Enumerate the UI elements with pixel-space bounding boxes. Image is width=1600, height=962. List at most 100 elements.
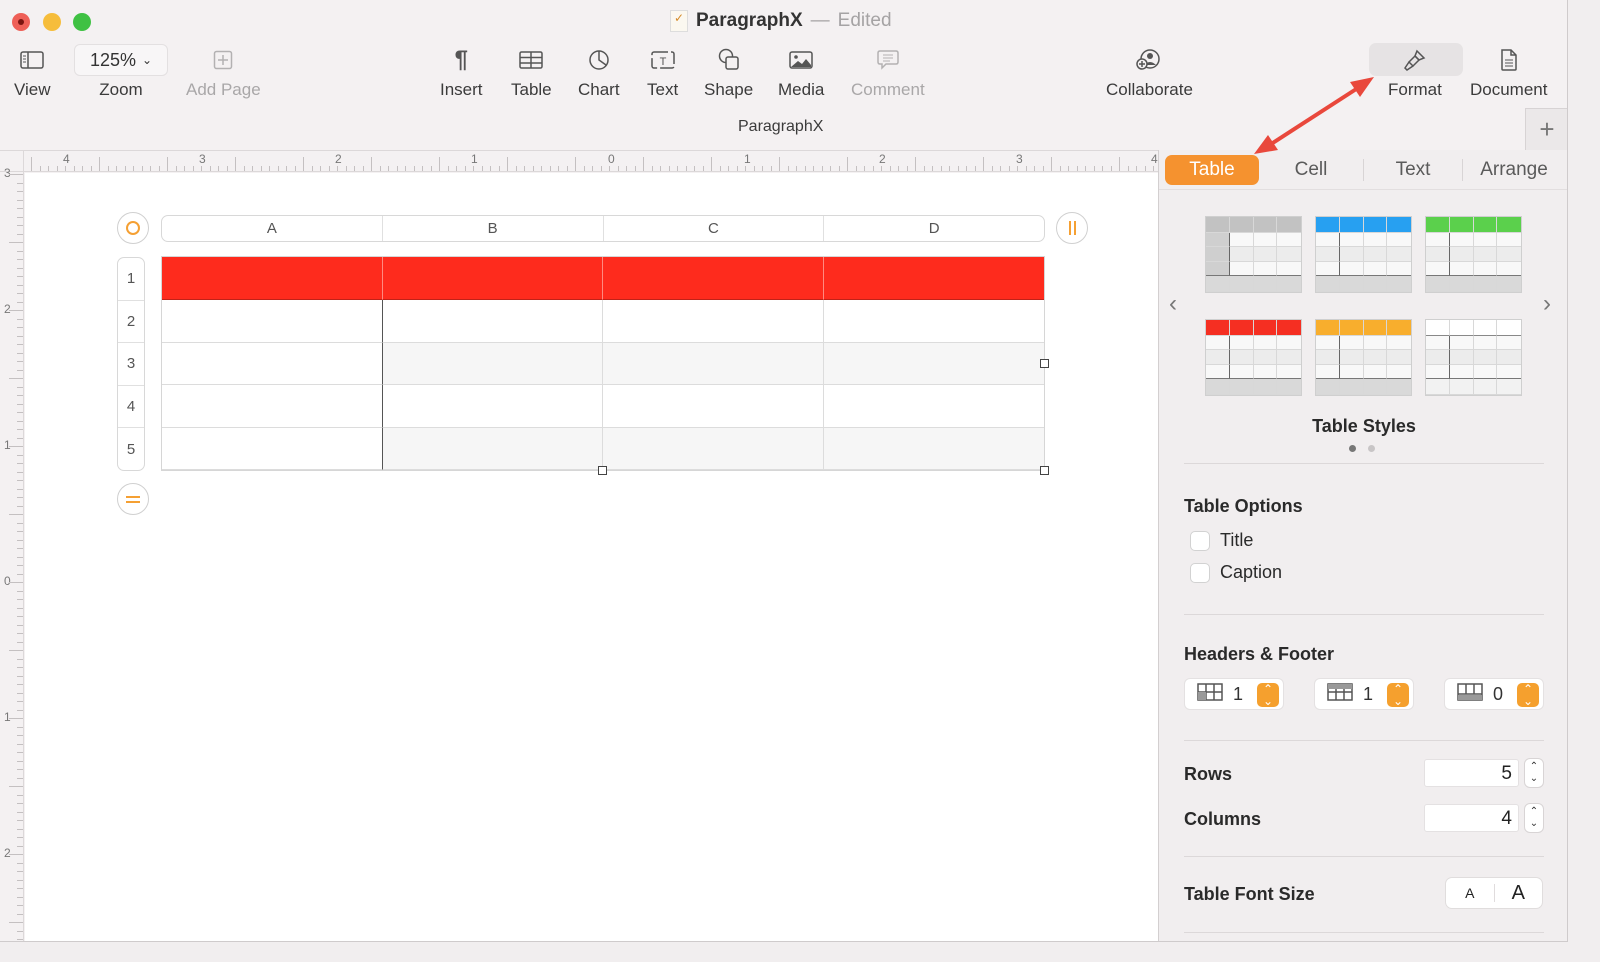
- resize-handle-right[interactable]: [1040, 359, 1049, 368]
- table-button[interactable]: Table: [511, 44, 552, 100]
- table-cell[interactable]: [162, 385, 383, 428]
- add-page-button[interactable]: Add Page: [186, 44, 261, 100]
- table-style-green[interactable]: [1425, 216, 1522, 293]
- zoom-control[interactable]: 125% ⌄ Zoom: [74, 44, 168, 100]
- format-button[interactable]: Format: [1388, 44, 1442, 100]
- table-cell[interactable]: [603, 427, 824, 470]
- chevron-right-icon[interactable]: ›: [1543, 290, 1551, 318]
- decrease-font-size-button[interactable]: A: [1446, 885, 1494, 901]
- footer-rows-stepper[interactable]: ⌃ ⌄: [1517, 683, 1539, 707]
- chevron-left-icon[interactable]: ‹: [1169, 290, 1177, 318]
- media-button[interactable]: Media: [778, 44, 824, 100]
- zoom-dropdown[interactable]: 125% ⌄: [74, 44, 168, 76]
- table-cell[interactable]: [823, 427, 1044, 470]
- ruler-tick: [107, 166, 109, 171]
- table-cell[interactable]: [162, 300, 383, 343]
- add-column-handle[interactable]: [1056, 212, 1088, 244]
- table-font-size-control: A A: [1445, 877, 1543, 909]
- header-cell[interactable]: [162, 257, 383, 300]
- header-cell[interactable]: [823, 257, 1044, 300]
- row-header[interactable]: 4: [118, 386, 144, 429]
- chart-button[interactable]: Chart: [578, 44, 620, 100]
- ruler-label: 2: [335, 152, 342, 166]
- insert-button[interactable]: ¶ Insert: [440, 44, 483, 100]
- table-cell[interactable]: [162, 427, 383, 470]
- header-rows-stepper[interactable]: ⌃ ⌄: [1257, 683, 1279, 707]
- table-cell[interactable]: [382, 342, 603, 385]
- table-cell[interactable]: [603, 300, 824, 343]
- minimize-window-button[interactable]: [43, 13, 61, 31]
- column-header[interactable]: B: [383, 216, 604, 241]
- ruler-tick: [320, 166, 321, 171]
- page-dot[interactable]: [1368, 445, 1375, 452]
- resize-handle-bottom[interactable]: [598, 466, 607, 475]
- ruler-tick: [209, 166, 211, 171]
- increase-font-size-button[interactable]: A: [1495, 882, 1543, 905]
- column-header[interactable]: D: [824, 216, 1044, 241]
- ruler-tick: [17, 539, 23, 541]
- rows-stepper[interactable]: ⌃ ⌄: [1524, 758, 1544, 788]
- columns-input[interactable]: 4: [1424, 804, 1519, 832]
- shape-button[interactable]: Shape: [704, 44, 753, 100]
- table-style-plain[interactable]: [1425, 319, 1522, 396]
- title-checkbox[interactable]: [1190, 530, 1210, 551]
- comment-button[interactable]: Comment: [851, 44, 925, 100]
- tab-arrange[interactable]: Arrange: [1463, 155, 1565, 185]
- ruler-tick: [17, 276, 23, 277]
- ruler-label: 2: [4, 302, 11, 316]
- table-cell[interactable]: [382, 385, 603, 428]
- table-select-handle[interactable]: [117, 212, 149, 244]
- columns-stepper[interactable]: ⌃ ⌄: [1524, 803, 1544, 833]
- add-button[interactable]: +: [1525, 108, 1567, 150]
- caption-checkbox[interactable]: [1190, 562, 1210, 583]
- table-style-blue[interactable]: [1315, 216, 1412, 293]
- column-header[interactable]: C: [604, 216, 825, 241]
- ruler-tick: [379, 166, 381, 171]
- page-dot-active[interactable]: [1349, 445, 1356, 452]
- add-row-handle[interactable]: [117, 483, 149, 515]
- maximize-window-button[interactable]: [73, 13, 91, 31]
- ruler-tick: [957, 166, 959, 171]
- header-rows-control[interactable]: 1 ⌃ ⌄: [1184, 678, 1284, 710]
- tab-cell[interactable]: Cell: [1259, 155, 1363, 185]
- table-cell[interactable]: [603, 385, 824, 428]
- header-cell[interactable]: [603, 257, 824, 300]
- vertical-ruler[interactable]: 3 2 1 0 1 2: [0, 166, 24, 941]
- ruler-tick: [804, 166, 806, 171]
- column-header[interactable]: A: [162, 216, 383, 241]
- header-cell[interactable]: [382, 257, 603, 300]
- close-window-button[interactable]: [12, 13, 30, 31]
- table-cell[interactable]: [823, 385, 1044, 428]
- row-header[interactable]: 3: [118, 343, 144, 386]
- row-header[interactable]: 5: [118, 428, 144, 470]
- header-columns-control[interactable]: 1 ⌃ ⌄: [1314, 678, 1414, 710]
- table-cell[interactable]: [382, 300, 603, 343]
- document-button[interactable]: Document: [1470, 44, 1547, 100]
- title-option[interactable]: Title: [1190, 530, 1253, 551]
- table-style-orange[interactable]: [1315, 319, 1412, 396]
- view-button[interactable]: View: [14, 44, 51, 100]
- ruler-tick: [99, 157, 100, 171]
- horizontal-ruler[interactable]: 4 3 2 1 0 1 2 3 4: [24, 150, 1158, 172]
- table-cell[interactable]: [823, 300, 1044, 343]
- table-cell[interactable]: [382, 427, 603, 470]
- tab-table[interactable]: Table: [1165, 154, 1259, 185]
- table-cell[interactable]: [823, 342, 1044, 385]
- text-button[interactable]: T Text: [647, 44, 678, 100]
- row-header[interactable]: 2: [118, 301, 144, 344]
- caption-option[interactable]: Caption: [1190, 562, 1282, 583]
- footer-rows-control[interactable]: 0 ⌃ ⌄: [1444, 678, 1544, 710]
- rows-input[interactable]: 5: [1424, 759, 1519, 787]
- ruler-tick: [39, 166, 41, 171]
- table-style-gray[interactable]: [1205, 216, 1302, 293]
- table-style-red[interactable]: [1205, 319, 1302, 396]
- row-header[interactable]: 1: [118, 258, 144, 301]
- table-cell[interactable]: [162, 342, 383, 385]
- ruler-tick: [702, 166, 704, 171]
- collaborate-button[interactable]: Collaborate: [1106, 44, 1193, 100]
- header-columns-stepper[interactable]: ⌃ ⌄: [1387, 683, 1409, 707]
- ruler-tick: [17, 692, 23, 694]
- table-cell[interactable]: [603, 342, 824, 385]
- tab-text[interactable]: Text: [1364, 155, 1462, 185]
- resize-handle-corner[interactable]: [1040, 466, 1049, 475]
